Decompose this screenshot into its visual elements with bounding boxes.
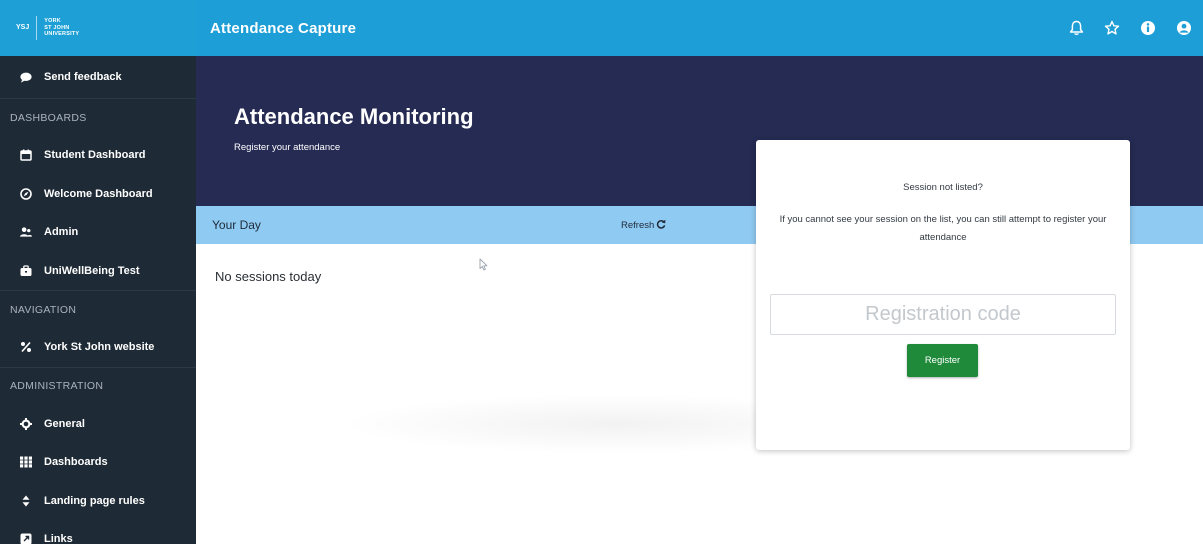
sidebar-section-administration: ADMINISTRATION — [0, 366, 196, 405]
briefcase-icon — [20, 265, 32, 277]
external-link-icon — [20, 533, 32, 544]
chat-bubble-icon — [20, 71, 32, 83]
calendar-icon — [20, 149, 32, 161]
gear-icon — [20, 417, 32, 430]
users-icon — [20, 226, 32, 238]
register-button[interactable]: Register — [907, 344, 978, 377]
brand-logo[interactable]: YSJ YORK ST JOHN UNIVERSITY — [0, 0, 196, 56]
star-icon[interactable] — [1103, 19, 1121, 37]
user-icon[interactable] — [1175, 19, 1193, 37]
top-bar: Attendance Capture — [196, 0, 1203, 56]
page-title: Attendance Monitoring — [234, 104, 474, 129]
percent-link-icon — [20, 341, 32, 353]
sidebar-item-links[interactable]: Links — [0, 520, 196, 544]
sidebar: YSJ YORK ST JOHN UNIVERSITY Send feedbac… — [0, 0, 196, 544]
card-title: Session not listed? — [903, 182, 983, 193]
sidebar-item-label: UniWellBeing Test — [44, 264, 140, 277]
refresh-icon — [656, 219, 666, 232]
bell-icon[interactable] — [1067, 19, 1085, 37]
sidebar-section-dashboards: DASHBOARDS — [0, 98, 196, 136]
brand-divider — [36, 16, 38, 40]
card-description: If you cannot see your session on the li… — [779, 214, 1107, 243]
sidebar-item-general[interactable]: General — [0, 405, 196, 444]
mouse-pointer-icon — [479, 258, 488, 274]
grid-icon — [20, 456, 32, 468]
sidebar-item-label: Send feedback — [44, 71, 122, 83]
refresh-label: Refresh — [621, 219, 655, 231]
sidebar-item-send-feedback[interactable]: Send feedback — [0, 56, 196, 98]
brand-text-line: UNIVERSITY — [44, 31, 80, 38]
brand-text-line: ST JOHN — [44, 24, 70, 31]
sidebar-item-label: Links — [44, 533, 73, 544]
brand-text: YORK ST JOHN UNIVERSITY — [44, 18, 79, 38]
sidebar-item-label: Landing page rules — [44, 494, 145, 507]
page-subtitle: Register your attendance — [234, 142, 341, 153]
sidebar-item-landing-page-rules[interactable]: Landing page rules — [0, 482, 196, 521]
sidebar-item-label: Welcome Dashboard — [44, 187, 153, 200]
info-icon[interactable] — [1139, 19, 1157, 37]
sidebar-item-label: Dashboards — [44, 456, 108, 469]
app-title: Attendance Capture — [210, 19, 357, 37]
sidebar-item-york-st-john-website[interactable]: York St John website — [0, 328, 196, 367]
sidebar-item-welcome-dashboard[interactable]: Welcome Dashboard — [0, 175, 196, 214]
sidebar-item-uniwellbeing-test[interactable]: UniWellBeing Test — [0, 252, 196, 291]
brand-text-line: YORK — [44, 18, 61, 25]
sort-icon — [20, 495, 32, 507]
refresh-button[interactable]: Refresh — [621, 219, 666, 232]
compass-icon — [20, 187, 32, 200]
sidebar-item-label: York St John website — [44, 341, 155, 354]
brand-mark: YSJ — [16, 24, 30, 31]
sidebar-item-label: General — [44, 417, 85, 430]
sidebar-section-navigation: NAVIGATION — [0, 290, 196, 328]
your-day-label: Your Day — [212, 218, 261, 232]
sidebar-item-student-dashboard[interactable]: Student Dashboard — [0, 136, 196, 175]
sidebar-item-label: Student Dashboard — [44, 149, 146, 162]
registration-code-input[interactable] — [770, 294, 1116, 335]
sidebar-item-admin[interactable]: Admin — [0, 213, 196, 252]
no-sessions-text: No sessions today — [215, 269, 322, 284]
sidebar-item-dashboards[interactable]: Dashboards — [0, 443, 196, 482]
top-icons — [1067, 0, 1193, 56]
session-not-listed-card: Session not listed? If you cannot see yo… — [756, 140, 1130, 450]
sidebar-item-label: Admin — [44, 226, 79, 239]
